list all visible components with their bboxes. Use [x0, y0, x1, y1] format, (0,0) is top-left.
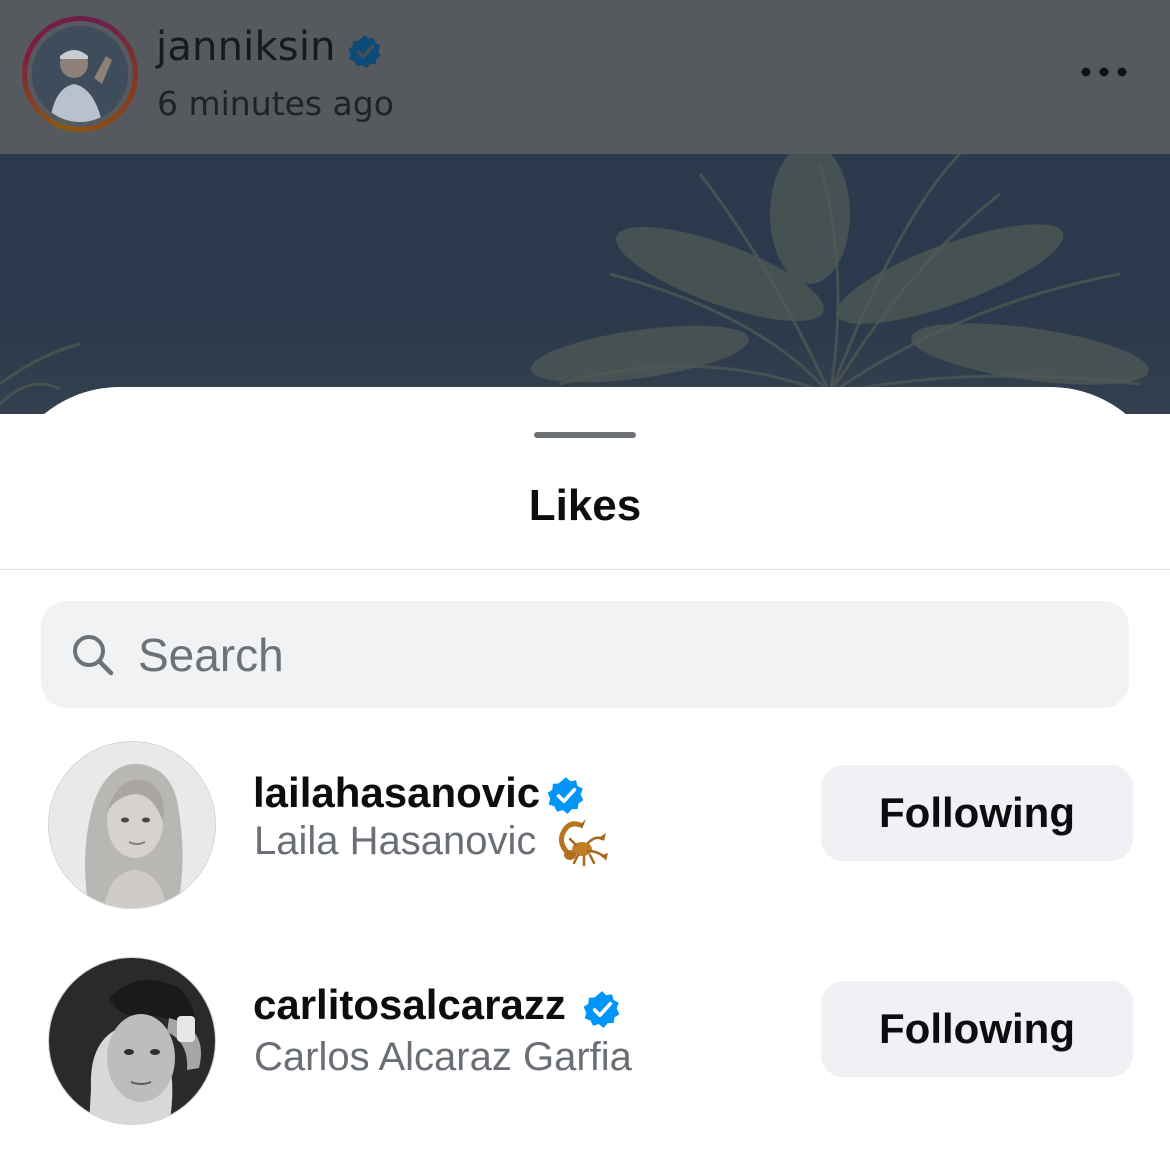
post-username[interactable]: janniksin [156, 24, 336, 70]
sheet-title: Likes [528, 481, 642, 530]
list-item-user[interactable]: carlitosalcarazz Carlos Alcaraz Garfia F… [0, 957, 1170, 1127]
verified-badge-icon [348, 34, 381, 69]
avatar[interactable] [48, 741, 216, 909]
search-input[interactable] [138, 601, 1098, 708]
search-bar[interactable] [41, 601, 1129, 708]
following-button[interactable]: Following [821, 765, 1133, 861]
avatar[interactable] [48, 957, 216, 1125]
user-full-name: Laila Hasanovic [254, 819, 537, 863]
post-timestamp: 6 minutes ago [157, 84, 394, 123]
user-handle[interactable]: carlitosalcarazz [253, 981, 566, 1029]
divider [0, 569, 1170, 570]
post-header: janniksin 6 minutes ago [0, 0, 1170, 154]
following-button[interactable]: Following [821, 981, 1133, 1077]
more-horizontal-icon[interactable] [1080, 66, 1128, 78]
user-full-name: Carlos Alcaraz Garfia [254, 1035, 632, 1079]
list-item-user[interactable]: lailahasanovic Laila Hasanovic Following [0, 741, 1170, 911]
search-icon [73, 635, 114, 676]
post-author-avatar [32, 26, 128, 122]
sheet-grabber[interactable] [534, 432, 636, 438]
user-handle[interactable]: lailahasanovic [253, 769, 540, 817]
story-ring[interactable] [22, 16, 138, 132]
verified-badge-icon [583, 991, 620, 1028]
scorpion-icon [558, 819, 608, 867]
post-image[interactable] [0, 154, 1170, 414]
likes-sheet: Likes lailahasanovic Laila [0, 387, 1170, 1168]
